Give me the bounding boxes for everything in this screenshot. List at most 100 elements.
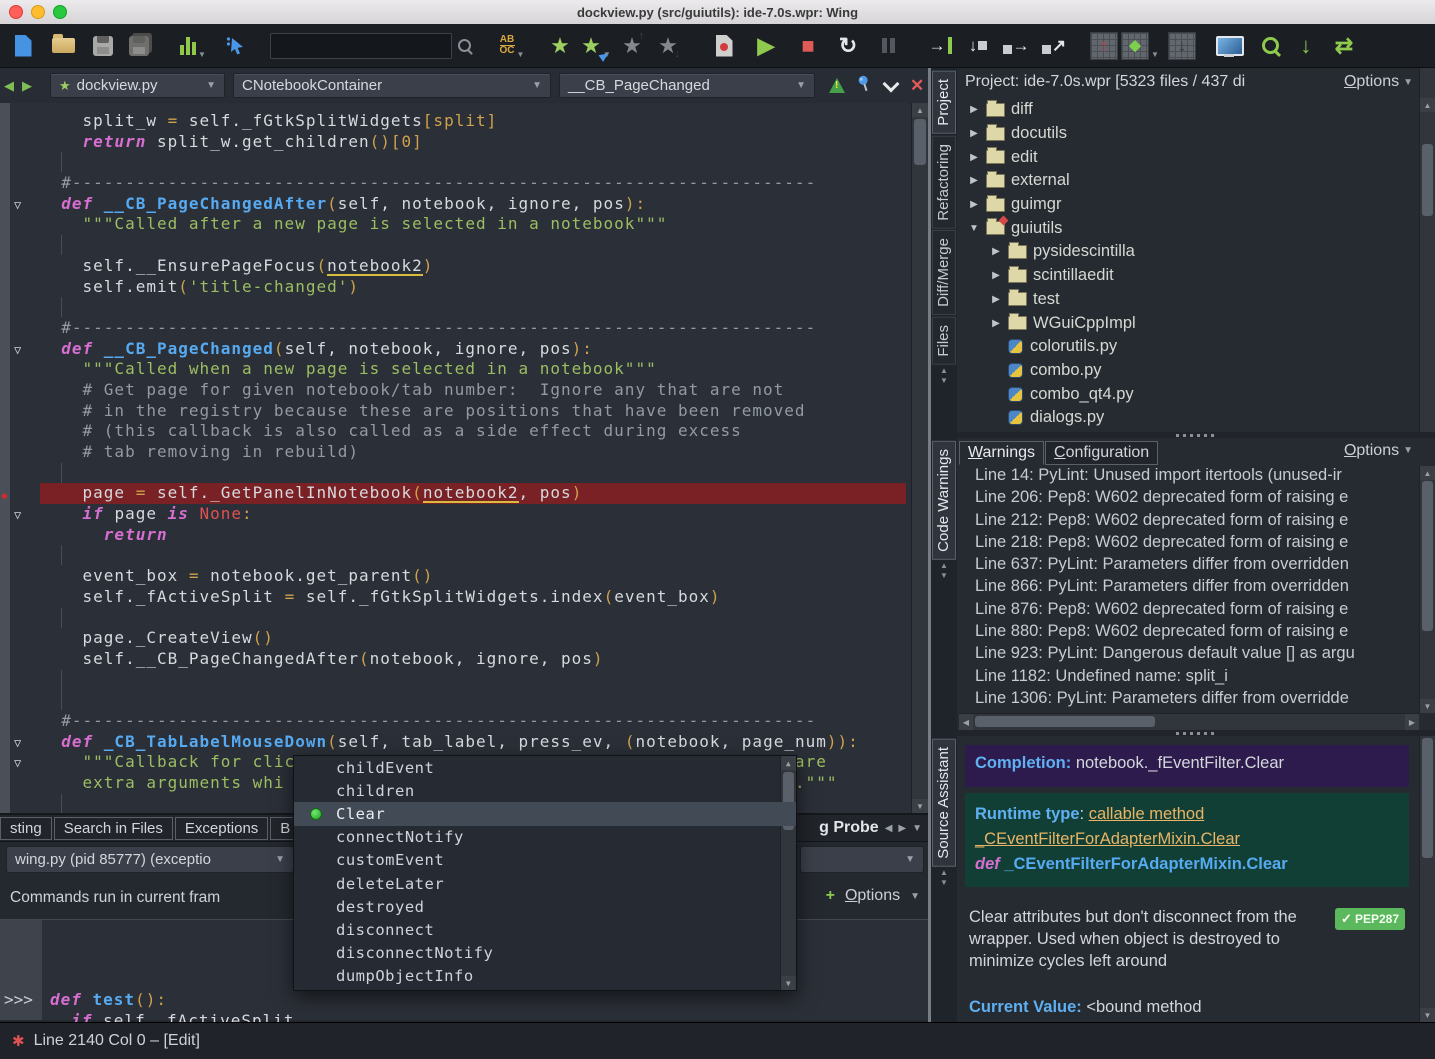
scroll-up-icon[interactable]: ▲ (912, 103, 928, 117)
dock-tab-project[interactable]: Project (932, 71, 956, 134)
goto-line-icon[interactable]: ↓ (1291, 30, 1321, 62)
warning-item[interactable]: Line 212: Pep8: W602 deprecated form of … (959, 511, 1419, 533)
code-line[interactable] (40, 690, 906, 711)
completion-item[interactable]: connectNotify (294, 826, 796, 849)
symbol-dropdown[interactable]: __CB_PageChanged ▼ (559, 73, 815, 98)
warning-item[interactable]: Line 923: PyLint: Dangerous default valu… (959, 644, 1419, 666)
frame-up-icon[interactable]: ↑ (1089, 30, 1119, 62)
refresh-icon[interactable]: ⇄ (1329, 30, 1359, 62)
code-line[interactable]: # tab removing in rebuild) (40, 442, 906, 463)
step-out-icon[interactable]: → (1001, 30, 1031, 62)
tree-item[interactable]: ▼guiutils (957, 216, 1419, 240)
assistant-scrollbar[interactable]: ▼ (1419, 736, 1435, 1022)
warnings-scrollbar[interactable]: ▲ ▼ (1419, 466, 1435, 713)
dock-tab-diff-merge[interactable]: Diff/Merge (932, 230, 956, 315)
completion-item[interactable]: children (294, 779, 796, 802)
expand-arrow-icon[interactable]: ▶ (967, 104, 981, 115)
pin-icon[interactable] (855, 73, 875, 98)
frame-current-icon[interactable]: ◆▼ (1121, 30, 1159, 62)
code-line[interactable]: self.emit('title-changed') (40, 277, 906, 298)
warnings-indicator-icon[interactable]: ! (829, 78, 845, 93)
expand-arrow-icon[interactable]: ▶ (989, 294, 1003, 305)
tree-item[interactable]: ▶WGuiCppImpl (957, 311, 1419, 335)
completion-item[interactable]: destroyed (294, 895, 796, 918)
code-editor[interactable]: split_w = self._fGtkSplitWidgets[split] … (0, 103, 928, 813)
select-cursor-icon[interactable] (220, 30, 250, 62)
code-line[interactable]: #---------------------------------------… (40, 711, 906, 732)
code-line[interactable] (40, 545, 906, 566)
warning-item[interactable]: Line 206: Pep8: W602 deprecated form of … (959, 488, 1419, 510)
dock-tab-source-assistant[interactable]: Source Assistant (932, 739, 956, 867)
expand-arrow-icon[interactable]: ▶ (989, 270, 1003, 281)
warning-item[interactable]: Line 880: Pep8: W602 deprecated form of … (959, 622, 1419, 644)
code-line[interactable]: ▽ def __CB_PageChangedAfter(self, notebo… (40, 194, 906, 215)
dock-tab-files[interactable]: Files (932, 317, 956, 365)
tab-overflow-arrows[interactable]: ▲▼ (940, 868, 948, 888)
completion-item[interactable]: customEvent (294, 849, 796, 872)
dock-tab-refactoring[interactable]: Refactoring (932, 136, 956, 229)
shell-line[interactable]: >>>def test(): (50, 989, 928, 1011)
tree-item[interactable]: ▶edit (957, 145, 1419, 169)
tree-item[interactable]: ▶external (957, 169, 1419, 193)
bookmark-add-icon[interactable]: ★ (545, 30, 575, 62)
forward-icon[interactable]: ▶ (18, 79, 36, 92)
warnings-horizontal-scrollbar[interactable]: ◀ ▶ (959, 713, 1419, 730)
code-line[interactable] (40, 670, 906, 691)
warnings-options-button[interactable]: Options (1344, 442, 1399, 460)
code-line[interactable]: """Called when a new page is selected in… (40, 359, 906, 380)
tab-debug-probe[interactable]: g Probe (819, 819, 879, 837)
open-folder-icon[interactable] (48, 30, 78, 62)
scroll-up-icon[interactable]: ▲ (1420, 98, 1435, 112)
project-options-button[interactable]: Options (1344, 73, 1399, 91)
completion-item[interactable]: disconnectNotify (294, 942, 796, 965)
editor-scrollbar-thumb[interactable] (914, 119, 926, 165)
tab-overflow-arrows[interactable]: ▲▼ (940, 561, 948, 581)
code-line[interactable] (40, 463, 906, 484)
probe-scope-dropdown[interactable]: ▼ (800, 846, 924, 873)
debug-target-dropdown[interactable]: wing.py (pid 85777) (exceptio ▼ (6, 846, 294, 873)
warning-item[interactable]: Line 876: Pep8: W602 deprecated form of … (959, 600, 1419, 622)
find-toggle-icon[interactable]: ABOC▼ (497, 30, 527, 62)
bug-icon[interactable]: ✱ (12, 1032, 25, 1050)
bottom-tab-exceptions[interactable]: Exceptions (175, 817, 268, 840)
code-line[interactable]: # in the registry because these are posi… (40, 401, 906, 422)
warning-item[interactable]: Line 637: PyLint: Parameters differ from… (959, 555, 1419, 577)
warning-item[interactable]: Line 866: PyLint: Parameters differ from… (959, 577, 1419, 599)
scroll-down-icon[interactable]: ▼ (1420, 1008, 1435, 1022)
expand-arrow-icon[interactable]: ▶ (967, 175, 981, 186)
completion-item[interactable]: deleteLater (294, 872, 796, 895)
tree-item[interactable]: ▶diff (957, 98, 1419, 122)
code-line[interactable]: self._fActiveSplit = self._fGtkSplitWidg… (40, 587, 906, 608)
save-icon[interactable] (88, 30, 118, 62)
code-line[interactable] (40, 608, 906, 629)
warning-item[interactable]: Line 218: Pep8: W602 deprecated form of … (959, 533, 1419, 555)
debug-stop-icon[interactable]: ■ (793, 30, 823, 62)
dock-tab-code-warnings[interactable]: Code Warnings (932, 441, 956, 560)
profiler-icon[interactable]: ▼ (178, 30, 208, 62)
step-into-icon[interactable]: → (925, 30, 955, 62)
code-line[interactable]: ◆ page = self._GetPanelInNotebook(notebo… (40, 483, 906, 504)
expand-arrow-icon[interactable]: ▶ (967, 152, 981, 163)
bookmark-next-icon[interactable]: ★↓ (653, 30, 683, 62)
toolbar-search-input[interactable] (270, 33, 452, 59)
project-scrollbar-thumb[interactable] (1422, 144, 1433, 216)
warning-item[interactable]: Line 1306: PyLint: Parameters differ fro… (959, 689, 1419, 711)
fold-marker-icon[interactable]: ▽ (14, 753, 21, 774)
class-dropdown[interactable]: CNotebookContainer ▼ (233, 73, 551, 98)
tree-item[interactable]: ▶pysidescintilla (957, 240, 1419, 264)
debug-console-icon[interactable] (1215, 30, 1245, 62)
tree-item[interactable]: ▶test (957, 288, 1419, 312)
debug-restart-icon[interactable]: ↻ (833, 30, 863, 62)
file-dropdown[interactable]: ★ dockview.py ▼ (50, 73, 225, 98)
add-icon[interactable]: + (826, 887, 835, 905)
bookmark-prev-icon[interactable]: ★↑ (617, 30, 647, 62)
bottom-tab-sting[interactable]: sting (0, 817, 52, 840)
bottom-options-button[interactable]: Options (845, 887, 900, 905)
warnings-hscrollbar-thumb[interactable] (975, 716, 1155, 727)
warning-item[interactable]: Line 14: PyLint: Unused import itertools… (959, 466, 1419, 488)
editor-vertical-scrollbar[interactable]: ▲ ▼ (911, 103, 928, 813)
code-line[interactable]: self.__CB_PageChangedAfter(notebook, ign… (40, 649, 906, 670)
code-line[interactable] (40, 152, 906, 173)
scroll-down-icon[interactable]: ▼ (1420, 699, 1435, 713)
step-over-icon[interactable]: ↓ (963, 30, 993, 62)
